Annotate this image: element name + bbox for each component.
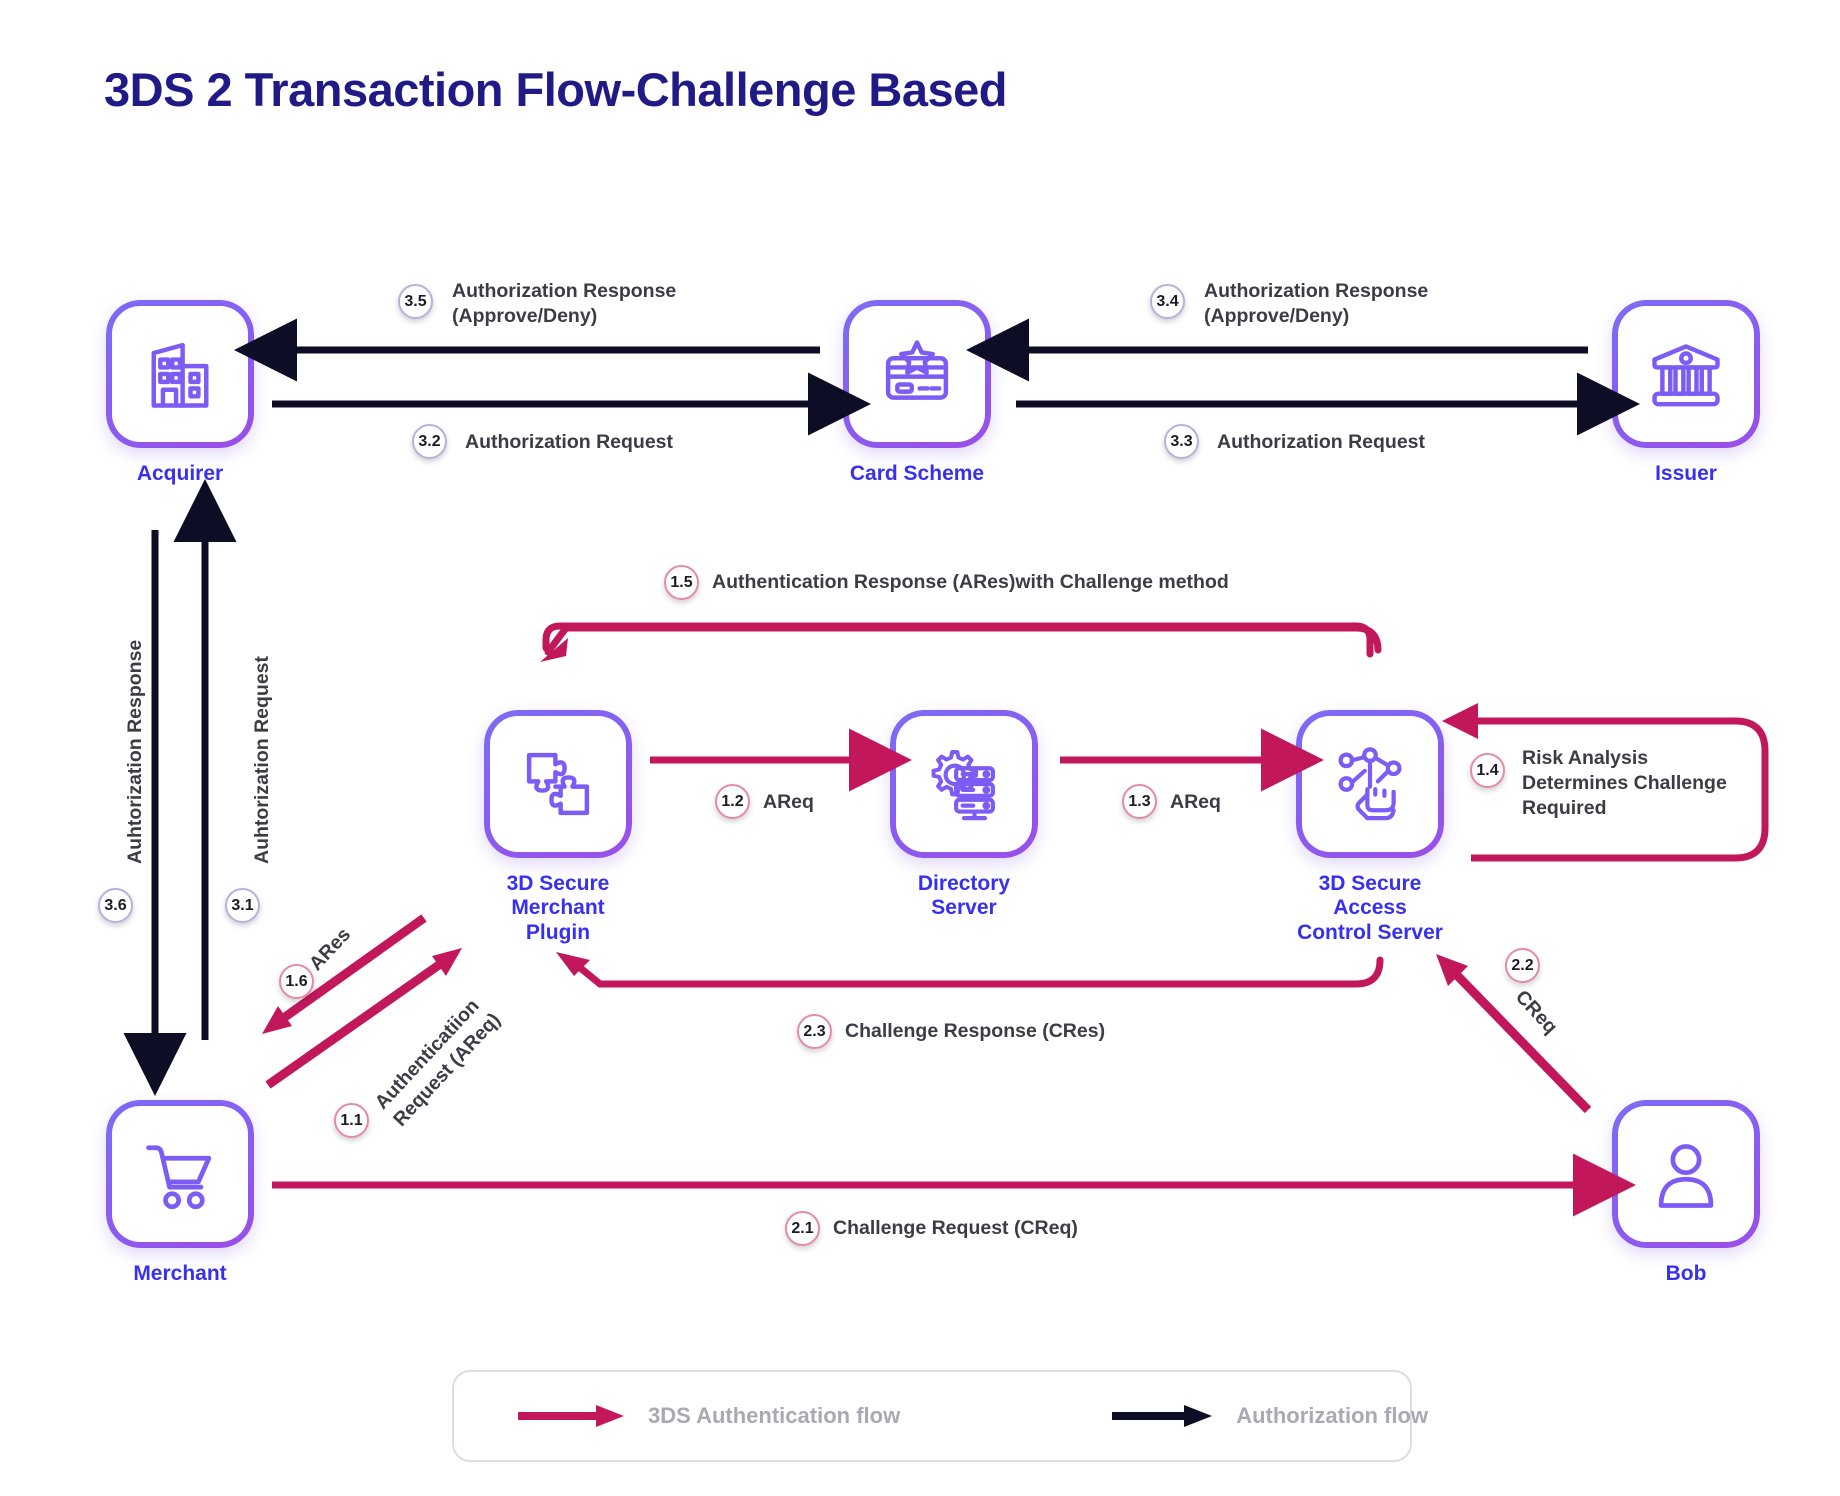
node-issuer-box bbox=[1612, 300, 1760, 448]
badge-step-1-3: 1.3 bbox=[1122, 784, 1157, 819]
edge-label-3-1: Auhtorization Request bbox=[251, 656, 273, 864]
badge-step-1-1: 1.1 bbox=[334, 1103, 369, 1138]
node-acs[interactable]: 3D Secure Access Control Server bbox=[1296, 710, 1444, 945]
node-mpi-box bbox=[484, 710, 632, 858]
badge-step-3-2: 3.2 bbox=[412, 424, 447, 459]
node-bob-label: Bob bbox=[1665, 1262, 1707, 1285]
badge-step-3-5: 3.5 bbox=[398, 284, 433, 319]
node-acquirer-label: Acquirer bbox=[136, 462, 224, 485]
badge-step-2-1: 2.1 bbox=[785, 1211, 820, 1246]
badge-step-1-4: 1.4 bbox=[1470, 753, 1505, 788]
edge-label-3-6: Auhtorization Response bbox=[124, 639, 146, 864]
legend: 3DS Authentication flow Authorization fl… bbox=[452, 1370, 1428, 1462]
edge-label-1-6: ARes bbox=[305, 923, 356, 976]
office-building-icon bbox=[151, 342, 209, 408]
badge-step-1-2: 1.2 bbox=[715, 784, 750, 819]
node-mpi[interactable]: 3D Secure Merchant Plugin bbox=[484, 710, 632, 945]
network-touch-icon bbox=[1338, 747, 1402, 821]
legend-label-3ds: 3DS Authentication flow bbox=[648, 1403, 901, 1428]
node-issuer-label: Issuer bbox=[1655, 462, 1717, 485]
legend-item-authorization: Authorization flow bbox=[1110, 1403, 1428, 1429]
node-acs-box bbox=[1296, 710, 1444, 858]
node-acquirer-box bbox=[106, 300, 254, 448]
node-directory-server-label: Directory Server bbox=[917, 872, 1011, 920]
badge-step-1-6: 1.6 bbox=[279, 964, 314, 999]
node-merchant-label: Merchant bbox=[133, 1262, 227, 1285]
page-title: 3DS 2 Transaction Flow-Challenge Based bbox=[104, 63, 1007, 116]
bank-icon bbox=[1652, 344, 1720, 407]
node-bob-box bbox=[1612, 1100, 1760, 1248]
edge-label-3-4: Authorization Response (Approve/Deny) bbox=[1204, 280, 1429, 327]
badge-step-1-5: 1.5 bbox=[664, 565, 699, 600]
edge-label-2-2: CReq bbox=[1510, 986, 1562, 1039]
diagram-canvas: 3DS 2 Transaction Flow-Challenge Based A… bbox=[0, 0, 1840, 1496]
edge-label-2-1: Challenge Request (CReq) bbox=[833, 1217, 1078, 1239]
edge-label-3-2: Authorization Request bbox=[465, 431, 673, 453]
badge-step-3-1: 3.1 bbox=[225, 888, 260, 923]
edge-label-2-3: Challenge Response (CRes) bbox=[845, 1020, 1106, 1042]
black-arrow-icon bbox=[1112, 1405, 1213, 1427]
shopping-cart-icon bbox=[146, 1145, 212, 1210]
node-directory-server-box bbox=[890, 710, 1038, 858]
credit-card-star-icon bbox=[885, 340, 949, 400]
node-issuer[interactable]: Issuer bbox=[1612, 300, 1760, 486]
edge-label-1-3: AReq bbox=[1170, 791, 1221, 813]
badge-step-3-3: 3.3 bbox=[1164, 424, 1199, 459]
node-mpi-label: 3D Secure Merchant Plugin bbox=[506, 872, 610, 944]
badge-step-3-4: 3.4 bbox=[1150, 284, 1185, 319]
badge-step-2-3: 2.3 bbox=[797, 1014, 832, 1049]
node-acs-label: 3D Secure Access Control Server bbox=[1297, 872, 1443, 944]
node-merchant[interactable]: Merchant bbox=[106, 1100, 254, 1286]
pink-arrow-icon bbox=[518, 1405, 624, 1427]
legend-label-authorization: Authorization flow bbox=[1236, 1403, 1429, 1428]
node-merchant-box bbox=[106, 1100, 254, 1248]
node-card-scheme[interactable]: Card Scheme bbox=[843, 300, 991, 486]
edge-label-1-5: Authentication Response (ARes)with Chall… bbox=[712, 571, 1229, 593]
edge-label-1-2: AReq bbox=[763, 791, 814, 813]
node-acquirer[interactable]: Acquirer bbox=[106, 300, 254, 486]
node-card-scheme-box bbox=[843, 300, 991, 448]
node-directory-server[interactable]: Directory Server bbox=[890, 710, 1038, 921]
badge-step-2-2: 2.2 bbox=[1505, 948, 1540, 983]
legend-item-3ds: 3DS Authentication flow bbox=[516, 1403, 900, 1429]
server-gear-icon bbox=[931, 750, 995, 821]
edge-label-1-4: Risk Analysis Determines Challenge Requi… bbox=[1522, 747, 1727, 819]
edge-label-3-5: Authorization Response (Approve/Deny) bbox=[452, 280, 677, 327]
edge-label-3-3: Authorization Request bbox=[1217, 431, 1425, 453]
edge-label-1-1: Authenticatiion Request (AReq) bbox=[370, 994, 506, 1131]
badge-step-3-6: 3.6 bbox=[98, 888, 133, 923]
node-bob[interactable]: Bob bbox=[1612, 1100, 1760, 1286]
node-card-scheme-label: Card Scheme bbox=[849, 462, 985, 485]
user-icon bbox=[1658, 1144, 1714, 1208]
puzzle-icon bbox=[526, 752, 590, 816]
